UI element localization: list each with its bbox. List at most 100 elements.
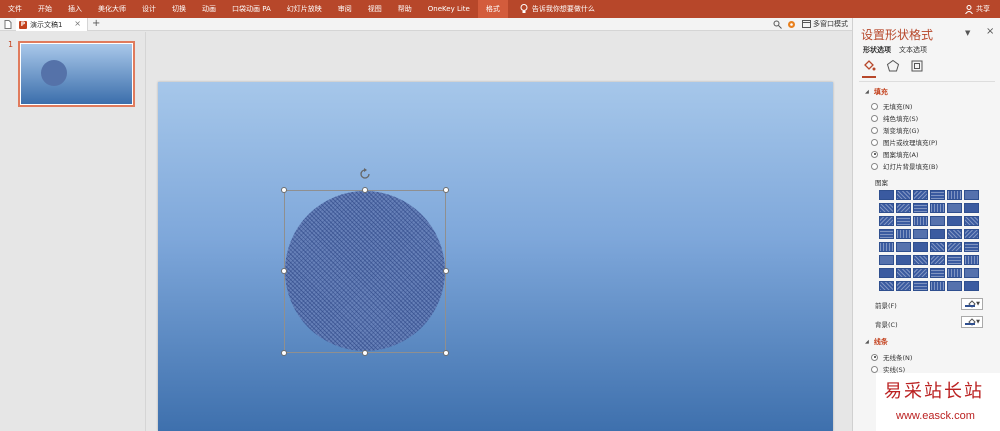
tab-format[interactable]: 格式 [477,0,508,18]
circle-shape[interactable] [285,191,445,351]
pattern-swatch[interactable] [896,229,911,239]
chevron-down-icon[interactable]: ▼ [965,29,970,37]
close-icon[interactable]: × [74,19,81,28]
tab-design[interactable]: 设计 [134,0,164,18]
pattern-swatch[interactable] [964,268,979,278]
pattern-swatch[interactable] [896,242,911,252]
pattern-swatch[interactable] [947,190,962,200]
pattern-swatch[interactable] [879,255,894,265]
pattern-swatch[interactable] [964,242,979,252]
close-icon[interactable]: × [986,26,994,37]
pattern-swatch[interactable] [947,203,962,213]
document-tab[interactable]: P 演示文稿1 × [16,18,88,31]
slide-canvas[interactable] [158,82,833,431]
radio-picture-fill[interactable]: 图片或纹理填充(P) [871,137,938,147]
new-tab-plus-icon[interactable]: + [92,18,100,30]
tab-home[interactable]: 开始 [30,0,60,18]
pattern-swatch[interactable] [947,281,962,291]
tab-review[interactable]: 审阅 [330,0,360,18]
pattern-swatch[interactable] [896,216,911,226]
rotate-handle-icon[interactable] [358,167,372,181]
pattern-swatch[interactable] [947,255,962,265]
tab-text-options[interactable]: 文本选项 [899,45,927,55]
tab-file[interactable]: 文件 [0,0,30,18]
pattern-swatch[interactable] [896,268,911,278]
pattern-swatch[interactable] [879,216,894,226]
pattern-swatch[interactable] [930,203,945,213]
pattern-swatch[interactable] [964,281,979,291]
resize-handle-bottom-right[interactable] [443,350,449,356]
pattern-swatch[interactable] [913,281,928,291]
pattern-swatch[interactable] [947,268,962,278]
pattern-swatch[interactable] [879,268,894,278]
pattern-swatch[interactable] [964,203,979,213]
fill-section-header[interactable]: ◢ 填充 [865,87,888,97]
tab-insert[interactable]: 插入 [60,0,90,18]
pattern-swatch[interactable] [930,268,945,278]
pattern-swatch[interactable] [930,281,945,291]
zoom-icon[interactable] [772,19,782,29]
fill-line-icon[interactable] [861,58,877,74]
pattern-swatch[interactable] [947,216,962,226]
document-icon[interactable] [4,20,12,29]
resize-handle-bottom[interactable] [362,350,368,356]
pattern-swatch[interactable] [964,190,979,200]
resize-handle-top-left[interactable] [281,187,287,193]
resize-handle-top-right[interactable] [443,187,449,193]
pattern-swatch[interactable] [896,203,911,213]
foreground-color-button[interactable]: ▼ [961,298,983,310]
pattern-swatch[interactable] [964,255,979,265]
tab-help[interactable]: 帮助 [390,0,420,18]
pattern-swatch[interactable] [964,216,979,226]
pattern-swatch[interactable] [930,255,945,265]
pattern-swatch[interactable] [930,190,945,200]
resize-handle-left[interactable] [281,268,287,274]
radio-solid-fill[interactable]: 纯色填充(S) [871,113,918,123]
multi-window-button[interactable]: 多窗口模式 [802,19,848,29]
tab-transitions[interactable]: 切换 [164,0,194,18]
tab-shape-options[interactable]: 形状选项 [863,45,891,55]
radio-no-line[interactable]: 无线条(N) [871,352,912,362]
share-button[interactable]: 共享 [965,0,990,18]
pattern-swatch[interactable] [913,216,928,226]
pattern-swatch[interactable] [879,242,894,252]
pattern-swatch[interactable] [913,255,928,265]
background-color-button[interactable]: ▼ [961,316,983,328]
pattern-swatch[interactable] [879,281,894,291]
pattern-swatch[interactable] [947,242,962,252]
resize-handle-top[interactable] [362,187,368,193]
slide-thumbnail[interactable] [18,41,135,107]
pattern-swatch[interactable] [913,268,928,278]
resize-handle-bottom-left[interactable] [281,350,287,356]
pattern-swatch[interactable] [913,229,928,239]
settings-gear-icon[interactable] [786,19,796,29]
pattern-swatch[interactable] [947,229,962,239]
tab-pocket-animation[interactable]: 口袋动画 PA [224,0,279,18]
tab-slideshow[interactable]: 幻灯片放映 [279,0,330,18]
pattern-swatch[interactable] [896,190,911,200]
pattern-swatch[interactable] [930,216,945,226]
tab-onekey-lite[interactable]: OneKey Lite [420,0,478,18]
radio-slide-background-fill[interactable]: 幻灯片背景填充(B) [871,161,938,171]
effects-pentagon-icon[interactable] [885,58,901,74]
radio-gradient-fill[interactable]: 渐变填充(G) [871,125,919,135]
resize-handle-right[interactable] [443,268,449,274]
tab-view[interactable]: 视图 [360,0,390,18]
pattern-swatch[interactable] [913,242,928,252]
pattern-swatch[interactable] [896,281,911,291]
pattern-swatch[interactable] [879,190,894,200]
line-section-header[interactable]: ◢ 线条 [865,337,888,347]
pattern-swatch[interactable] [930,242,945,252]
pattern-swatch[interactable] [879,229,894,239]
tab-beautify-master[interactable]: 美化大师 [90,0,134,18]
pattern-swatch[interactable] [896,255,911,265]
size-properties-icon[interactable] [909,58,925,74]
pattern-swatch[interactable] [913,190,928,200]
pattern-swatch[interactable] [879,203,894,213]
pattern-swatch[interactable] [964,229,979,239]
pattern-swatch[interactable] [913,203,928,213]
radio-no-fill[interactable]: 无填充(N) [871,101,912,111]
pattern-swatch[interactable] [930,229,945,239]
tell-me-search[interactable]: 告诉我你想要做什么 [520,4,595,14]
vertical-scrollbar[interactable] [842,32,848,431]
